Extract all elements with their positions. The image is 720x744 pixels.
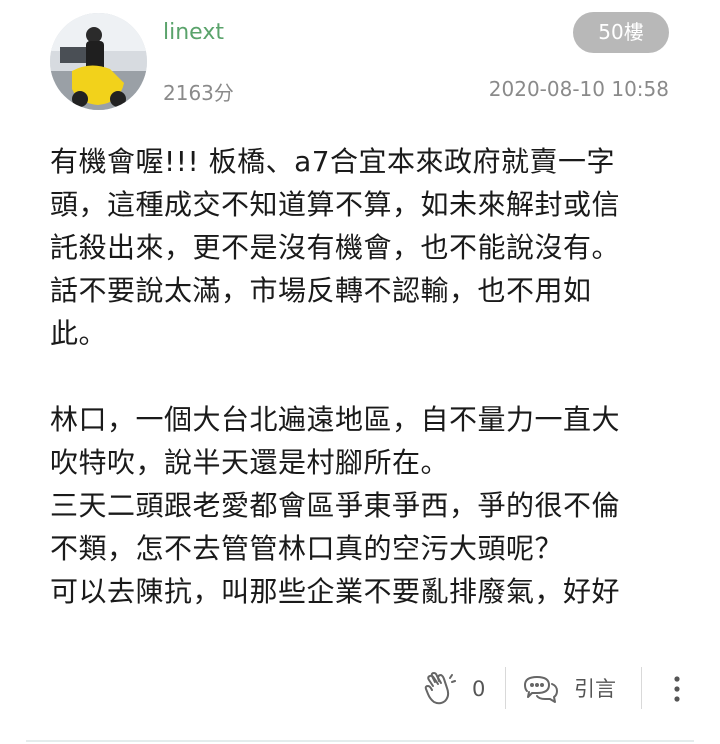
- clap-button[interactable]: [424, 663, 456, 715]
- divider: [26, 740, 694, 742]
- username[interactable]: linext: [163, 20, 224, 45]
- post-timestamp: 2020-08-10 10:58: [488, 77, 669, 101]
- clap-hands-icon: [424, 672, 456, 705]
- chat-bubbles-icon: [524, 676, 558, 703]
- divider: [641, 667, 642, 709]
- vertical-dots-icon: [674, 676, 680, 702]
- post-actions-bar: 0 引言: [0, 663, 720, 715]
- quote-label[interactable]: 引言: [574, 663, 616, 715]
- clap-count: 0: [472, 677, 486, 701]
- avatar[interactable]: [50, 13, 147, 110]
- post-paragraph: 有機會喔!!! 板橋、a7合宜本來政府就賣一字 頭，這種成交不知道算不算，如未來…: [50, 145, 621, 350]
- floor-badge: 50樓: [573, 12, 669, 53]
- divider: [505, 667, 506, 709]
- more-options-button[interactable]: [669, 663, 685, 715]
- user-score: 2163分: [163, 81, 234, 105]
- post-paragraph: 林口，一個大台北遍遠地區，自不量力一直大 吹特吹，說半天還是村腳所在。 三天二頭…: [50, 403, 621, 608]
- post-content: 有機會喔!!! 板橋、a7合宜本來政府就賣一字 頭，這種成交不知道算不算，如未來…: [50, 140, 690, 613]
- quote-button[interactable]: [523, 663, 559, 715]
